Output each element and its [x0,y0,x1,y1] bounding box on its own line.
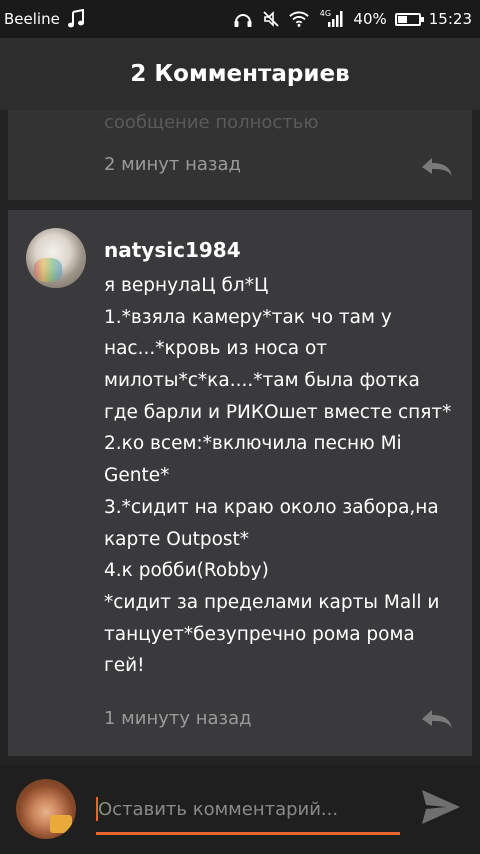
comment-username[interactable]: natysic1984 [104,238,241,262]
status-bar: Beeline 4G 40% 15:23 [0,0,480,38]
comment-text: я вернулаЦ бл*Ц 1.*взяла камеру*так чо т… [104,270,468,682]
comment-line: карте Outpost* [104,528,250,550]
avatar[interactable] [26,228,86,288]
comment-line: танцует*безупречно рома рома [104,623,415,645]
comment-line: 3.*сидит на краю около забора,на [104,496,439,518]
comment-line: гей! [104,655,145,677]
comment-line: милоты*с*ка....*там была фотка [104,370,420,392]
comment-time: 1 минуту назад [104,708,252,729]
clock: 15:23 [428,10,472,28]
mute-icon [261,9,281,29]
comment-input[interactable] [96,791,402,827]
network-type-label: 4G [319,8,332,18]
text-caret [96,797,98,821]
comment-text-partial: сообщение полностью [104,112,319,133]
comment-line: где барли и РИКОшет вместе спят* [104,401,452,423]
input-underline [96,832,400,835]
comment-card: сообщение полностью 2 минут назад [8,110,472,200]
comment-composer [0,765,480,854]
signal-icon: 4G [317,9,345,29]
avatar[interactable] [16,779,76,839]
send-icon [420,788,462,830]
comment-line: нас...*кровь из носа от [104,338,328,360]
carrier-label: Beeline [4,10,60,28]
send-button[interactable] [418,787,464,831]
comment-line: 2.ко всем:*включила песню Mi [104,433,402,455]
wifi-icon [289,9,310,29]
battery-percent: 40% [353,10,387,28]
reply-icon[interactable] [420,708,454,730]
comment-time: 2 минут назад [104,154,241,175]
music-note-icon [66,9,86,29]
comment-input-wrapper[interactable] [96,791,402,835]
comment-line: *сидит за пределами карты Mall и [104,591,440,613]
reply-icon[interactable] [420,156,454,178]
comment-line: я вернулаЦ бл*Ц [104,275,269,296]
comment-line: 1.*взяла камеру*так чо там у [104,306,392,328]
battery-icon [394,12,424,26]
comments-header: 2 Комментариев [0,38,480,110]
headphones-icon [233,9,253,29]
comment-line: Gente* [104,465,170,487]
comment-line: 4.к робби(Robby) [104,560,269,582]
page-title: 2 Комментариев [130,61,350,87]
comment-card: natysic1984 я вернулаЦ бл*Ц 1.*взяла кам… [8,210,472,756]
comments-list[interactable]: сообщение полностью 2 минут назад natysi… [0,110,480,765]
